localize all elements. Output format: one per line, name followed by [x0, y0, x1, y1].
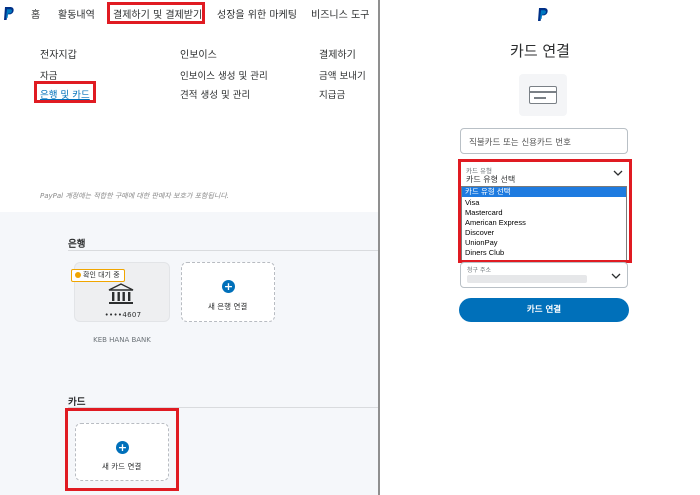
nav-marketing[interactable]: 성장을 위한 마케팅 [217, 6, 297, 21]
menu-heading-wallet: 전자지갑 [40, 50, 77, 61]
billing-address-label: 청구 주소 [467, 267, 491, 274]
credit-card-icon [519, 74, 567, 116]
nav-activity[interactable]: 활동내역 [58, 6, 95, 21]
billing-address-select[interactable]: 청구 주소 [460, 262, 628, 288]
menu-item-invoices-create[interactable]: 인보이스 생성 및 관리 [180, 68, 268, 82]
status-badge: 확인 대기 중 [71, 269, 125, 282]
wallet-page-panel: 홈 활동내역 결제하기 및 결제받기 성장을 위한 마케팅 비즈니스 도구 전자… [0, 0, 378, 495]
chevron-down-icon [611, 273, 621, 279]
plus-icon: + [222, 280, 235, 293]
highlight-banks-and-cards [34, 81, 96, 103]
add-bank-button[interactable]: + 새 은행 연결 [181, 262, 275, 322]
link-card-button[interactable]: 카드 연결 [459, 298, 629, 322]
highlight-nav-pay [107, 2, 205, 24]
paypal-logo-icon[interactable] [537, 7, 549, 22]
masked-account-number: ••••4607 [104, 311, 142, 319]
billing-address-value [467, 275, 587, 283]
bank-icon [108, 283, 134, 304]
nav-business-tools[interactable]: 비즈니스 도구 [311, 6, 369, 21]
banks-section-title: 은행 [68, 239, 86, 250]
menu-item-send-money[interactable]: 금액 보내기 [319, 68, 366, 82]
card-number-input[interactable]: 직불카드 또는 신용카드 번호 [460, 128, 628, 154]
menu-item-payouts[interactable]: 지급금 [319, 87, 345, 101]
seller-protection-note: PayPal 계정에는 적합한 구매에 대한 판매자 보호가 포함됩니다. [40, 192, 230, 200]
add-bank-label: 새 은행 연결 [208, 302, 248, 311]
pending-dot-icon [75, 272, 81, 278]
cards-section-title: 카드 [68, 397, 86, 408]
menu-heading-invoices: 인보이스 [180, 50, 217, 61]
highlight-card-type [458, 159, 632, 263]
highlight-add-card [65, 408, 179, 491]
nav-home[interactable]: 홈 [31, 6, 40, 21]
menu-item-estimates-create[interactable]: 견적 생성 및 관리 [180, 87, 250, 101]
banks-divider [68, 250, 378, 251]
paypal-logo-icon[interactable] [3, 6, 15, 21]
menu-heading-pay: 결제하기 [319, 50, 356, 61]
menu-item-balance[interactable]: 자금 [40, 68, 57, 82]
bank-account-card[interactable]: 확인 대기 중 ••••4607 [71, 262, 170, 322]
bank-name: KEB HANA BANK [93, 336, 151, 344]
link-card-panel: 카드 연결 직불카드 또는 신용카드 번호 카드 유형 카드 유형 선택 카드 … [380, 0, 700, 495]
wallet-section [0, 212, 378, 495]
page-title: 카드 연결 [510, 42, 570, 60]
